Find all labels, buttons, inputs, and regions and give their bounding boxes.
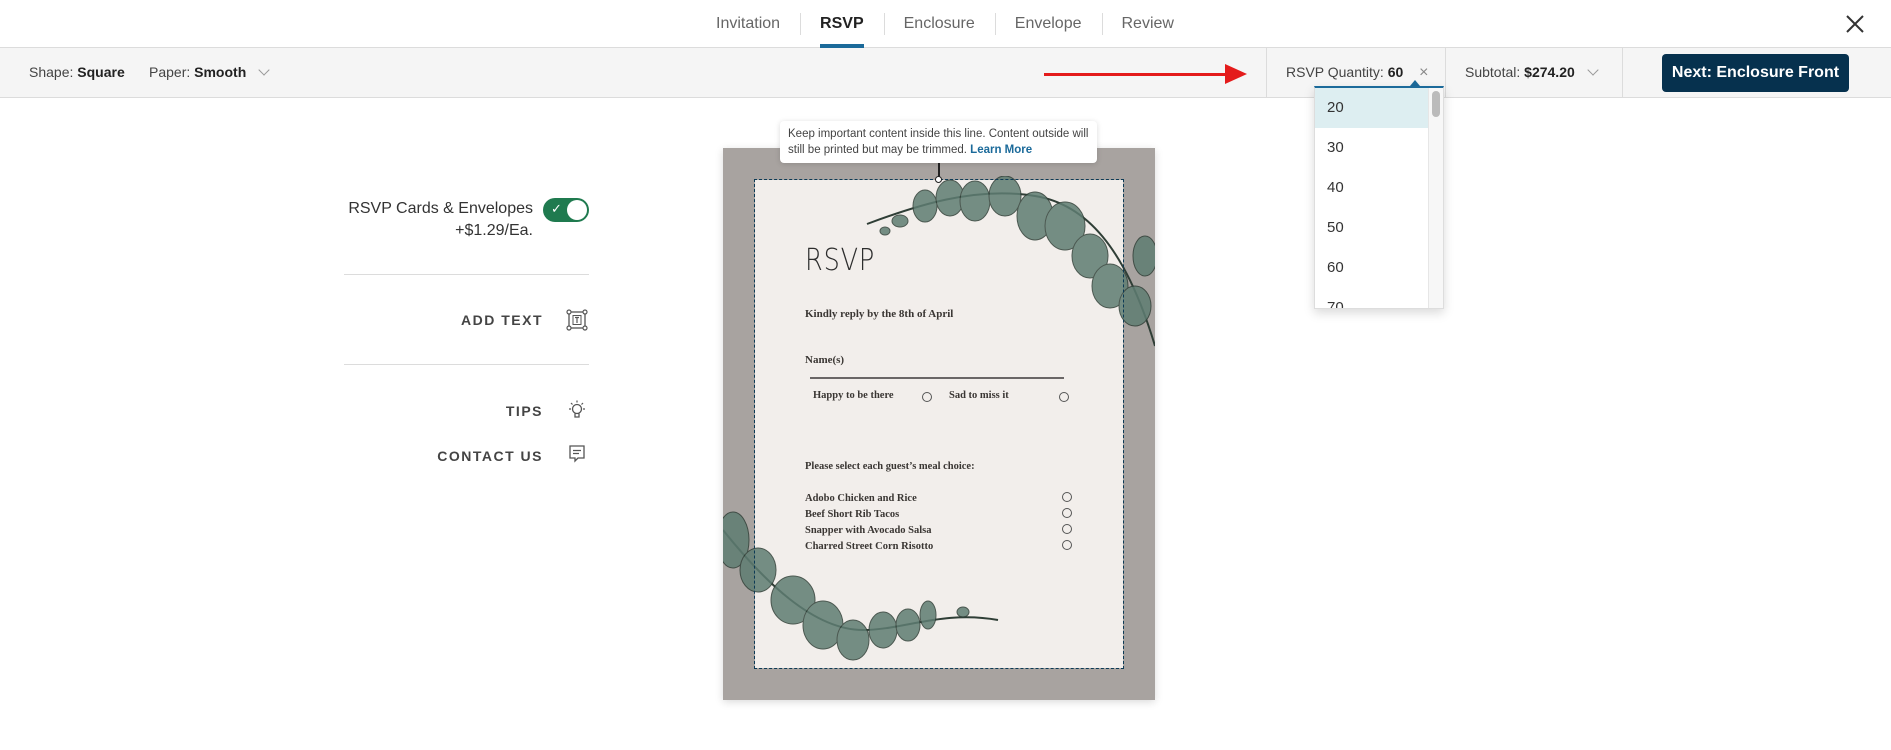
rsvp-cards-toggle-label: RSVP Cards & Envelopes +$1.29/Ea. (348, 198, 533, 242)
shape-option: Shape: Square (29, 48, 125, 97)
safe-area-tooltip: Keep important content inside this line.… (780, 121, 1097, 163)
quantity-value: 60 (1387, 64, 1404, 80)
tab-invitation[interactable]: Invitation (696, 0, 800, 48)
next-enclosure-front-button[interactable]: Next: Enclosure Front (1662, 54, 1849, 92)
chevron-down-icon (258, 64, 270, 76)
divider (1266, 48, 1267, 97)
annotation-arrow-head (1225, 64, 1247, 84)
tips-button[interactable]: TIPS (506, 403, 543, 419)
annotation-arrow-shaft (1044, 73, 1229, 76)
meal-option[interactable]: Beef Short Rib Tacos (805, 509, 899, 520)
attend-yes-checkbox (922, 392, 932, 402)
eucalyptus-illustration-top (866, 176, 1155, 347)
lightbulb-icon[interactable] (566, 399, 588, 421)
attend-no-checkbox (1059, 392, 1069, 402)
tab-review[interactable]: Review (1101, 0, 1194, 48)
name-underline (810, 377, 1064, 379)
paper-select[interactable]: Paper: Smooth (149, 48, 270, 97)
add-text-button[interactable]: ADD TEXT (461, 312, 543, 328)
quantity-option[interactable]: 40 (1315, 168, 1429, 208)
toggle-title: RSVP Cards & Envelopes (348, 200, 533, 217)
rsvp-cards-toggle[interactable]: ✓ (543, 198, 589, 222)
quantity-option[interactable]: 70 (1315, 288, 1429, 308)
quantity-label: RSVP Quantity: (1286, 64, 1384, 80)
quantity-dropdown[interactable]: 20 30 40 50 60 70 (1314, 86, 1444, 309)
meal-option[interactable]: Charred Street Corn Risotto (805, 541, 933, 552)
meal-checkbox (1062, 492, 1072, 502)
meal-checkbox (1062, 524, 1072, 534)
quantity-option[interactable]: 20 (1315, 88, 1429, 128)
clear-icon[interactable]: × (1419, 64, 1428, 81)
quantity-option[interactable]: 60 (1315, 248, 1429, 288)
shape-value: Square (77, 64, 125, 80)
paper-label: Paper: (149, 64, 191, 80)
meal-checkbox (1062, 508, 1072, 518)
card-bleed-area: RSVP Kindly reply by the 8th of April Na… (723, 148, 1155, 700)
quantity-option[interactable]: 30 (1315, 128, 1429, 168)
attend-no-text[interactable]: Sad to miss it (949, 390, 1009, 401)
close-icon (1846, 15, 1864, 33)
shape-label: Shape: (29, 64, 74, 80)
rsvp-card-canvas[interactable]: RSVP Kindly reply by the 8th of April Na… (723, 176, 1155, 668)
meal-option[interactable]: Snapper with Avocado Salsa (805, 525, 932, 536)
tooltip-anchor-dot (935, 176, 942, 183)
chat-icon[interactable] (566, 443, 588, 465)
tab-enclosure[interactable]: Enclosure (883, 0, 995, 48)
divider (1445, 48, 1446, 97)
meal-checkbox (1062, 540, 1072, 550)
tab-envelope[interactable]: Envelope (994, 0, 1102, 48)
meal-option[interactable]: Adobo Chicken and Rice (805, 493, 917, 504)
toggle-knob (567, 200, 587, 220)
subtotal-select[interactable]: Subtotal: $274.20 (1465, 48, 1599, 97)
divider (344, 274, 589, 275)
check-icon: ✓ (551, 201, 562, 216)
tooltip-text: Keep important content inside this line.… (788, 128, 1089, 156)
add-text-icon[interactable] (566, 309, 588, 331)
divider (1622, 48, 1623, 97)
reply-by-text[interactable]: Kindly reply by the 8th of April (805, 308, 953, 320)
tab-rsvp[interactable]: RSVP (800, 0, 884, 48)
dropdown-scrollbar[interactable] (1428, 88, 1443, 308)
card-title[interactable]: RSVP (805, 243, 875, 278)
divider (344, 364, 589, 365)
contact-us-button[interactable]: CONTACT US (437, 448, 543, 464)
top-nav: Invitation RSVP Enclosure Envelope Revie… (0, 0, 1891, 48)
subtotal-label: Subtotal: (1465, 64, 1521, 80)
names-label[interactable]: Name(s) (805, 354, 844, 366)
meal-prompt[interactable]: Please select each guest’s meal choice: (805, 461, 975, 472)
learn-more-link[interactable]: Learn More (970, 144, 1032, 156)
scrollbar-thumb[interactable] (1432, 91, 1440, 117)
attend-yes-text[interactable]: Happy to be there (813, 390, 894, 401)
close-button[interactable] (1841, 10, 1869, 38)
paper-value: Smooth (194, 64, 247, 80)
toggle-price: +$1.29/Ea. (455, 222, 533, 239)
chevron-down-icon (1586, 64, 1599, 76)
subtotal-value: $274.20 (1524, 64, 1575, 80)
step-tabs: Invitation RSVP Enclosure Envelope Revie… (696, 0, 1194, 48)
quantity-options-list: 20 30 40 50 60 70 (1315, 88, 1429, 308)
options-bar: Shape: Square Paper: Smooth RSVP Quantit… (0, 48, 1891, 98)
quantity-option[interactable]: 50 (1315, 208, 1429, 248)
